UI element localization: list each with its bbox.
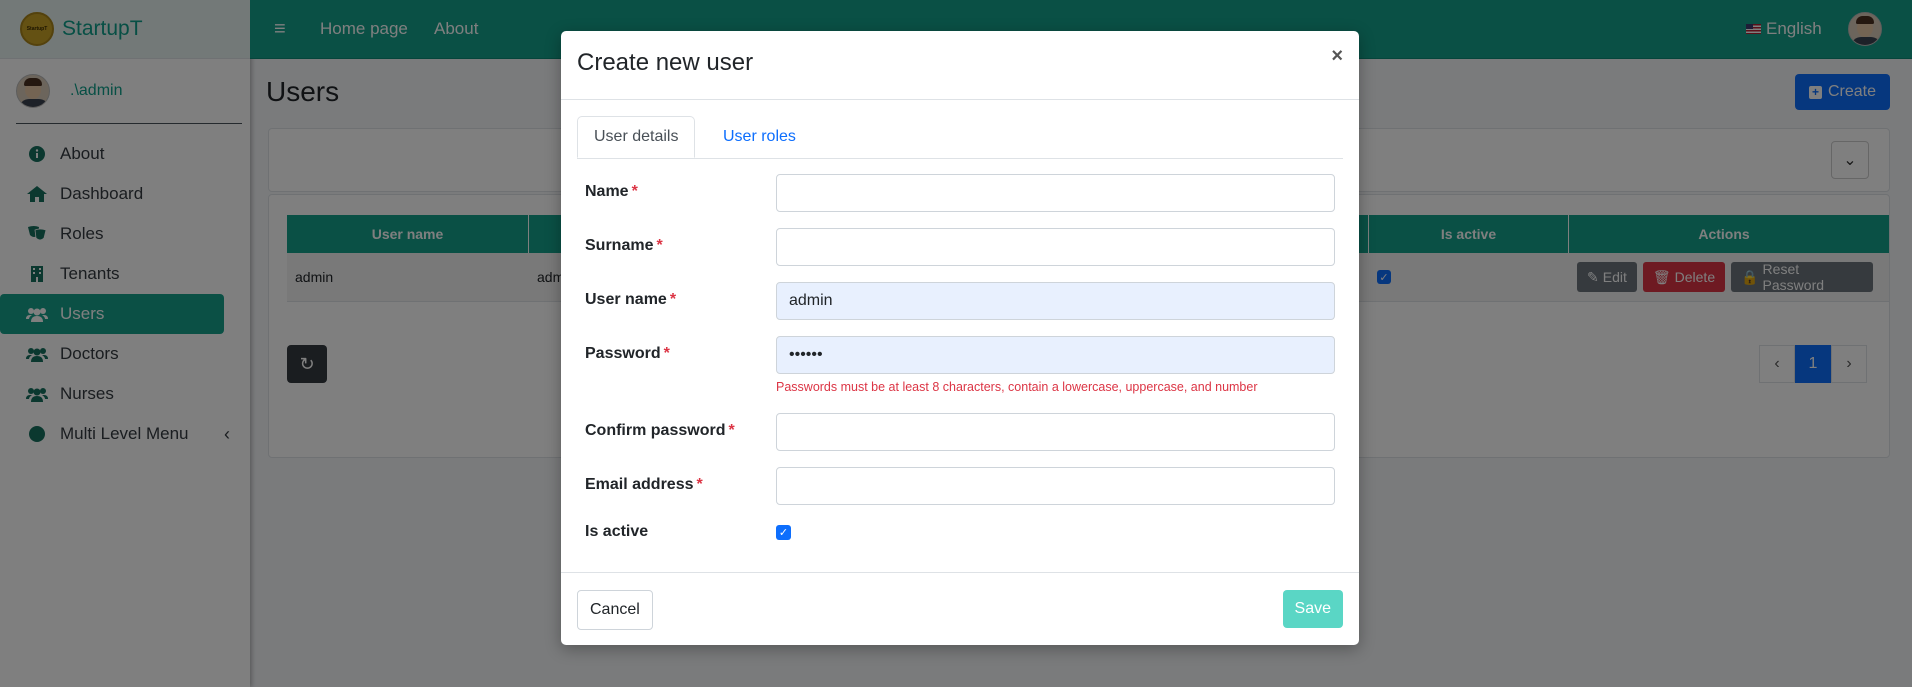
modal-header: Create new user × bbox=[561, 31, 1359, 100]
confirm-password-label: Confirm password * bbox=[585, 422, 735, 439]
email-label: Email address * bbox=[585, 476, 703, 493]
form-row-is-active: Is active ✓ bbox=[585, 523, 1335, 553]
tab-user-roles[interactable]: User roles bbox=[707, 116, 812, 158]
username-field[interactable]: admin bbox=[776, 282, 1335, 320]
password-error-text: Passwords must be at least 8 characters,… bbox=[776, 380, 1258, 394]
close-icon[interactable]: × bbox=[1331, 45, 1343, 68]
cancel-button[interactable]: Cancel bbox=[577, 590, 653, 630]
form-row-password: Password * •••••• Passwords must be at le… bbox=[585, 336, 1335, 396]
password-field[interactable]: •••••• bbox=[776, 336, 1335, 374]
form-row-confirm-password: Confirm password * bbox=[585, 413, 1335, 453]
username-label: User name * bbox=[585, 291, 677, 308]
form-row-email: Email address * bbox=[585, 467, 1335, 507]
is-active-checkbox[interactable]: ✓ bbox=[776, 525, 791, 540]
create-user-modal: Create new user × User details User role… bbox=[561, 31, 1359, 645]
confirm-password-field[interactable] bbox=[776, 413, 1335, 451]
name-label: Name * bbox=[585, 183, 638, 200]
tab-user-details[interactable]: User details bbox=[577, 116, 696, 158]
save-button[interactable]: Save bbox=[1282, 590, 1343, 628]
surname-field[interactable] bbox=[776, 228, 1335, 266]
modal-tabs: User details User roles bbox=[577, 116, 1343, 159]
modal-title: Create new user bbox=[577, 49, 754, 76]
form-row-surname: Surname * bbox=[585, 228, 1335, 268]
form-row-username: User name * admin bbox=[585, 282, 1335, 322]
password-label: Password * bbox=[585, 345, 670, 362]
surname-label: Surname * bbox=[585, 237, 663, 254]
email-field[interactable] bbox=[776, 467, 1335, 505]
form-row-name: Name * bbox=[585, 174, 1335, 214]
name-field[interactable] bbox=[776, 174, 1335, 212]
is-active-label: Is active bbox=[585, 523, 649, 540]
modal-footer: Cancel Save bbox=[561, 572, 1359, 645]
